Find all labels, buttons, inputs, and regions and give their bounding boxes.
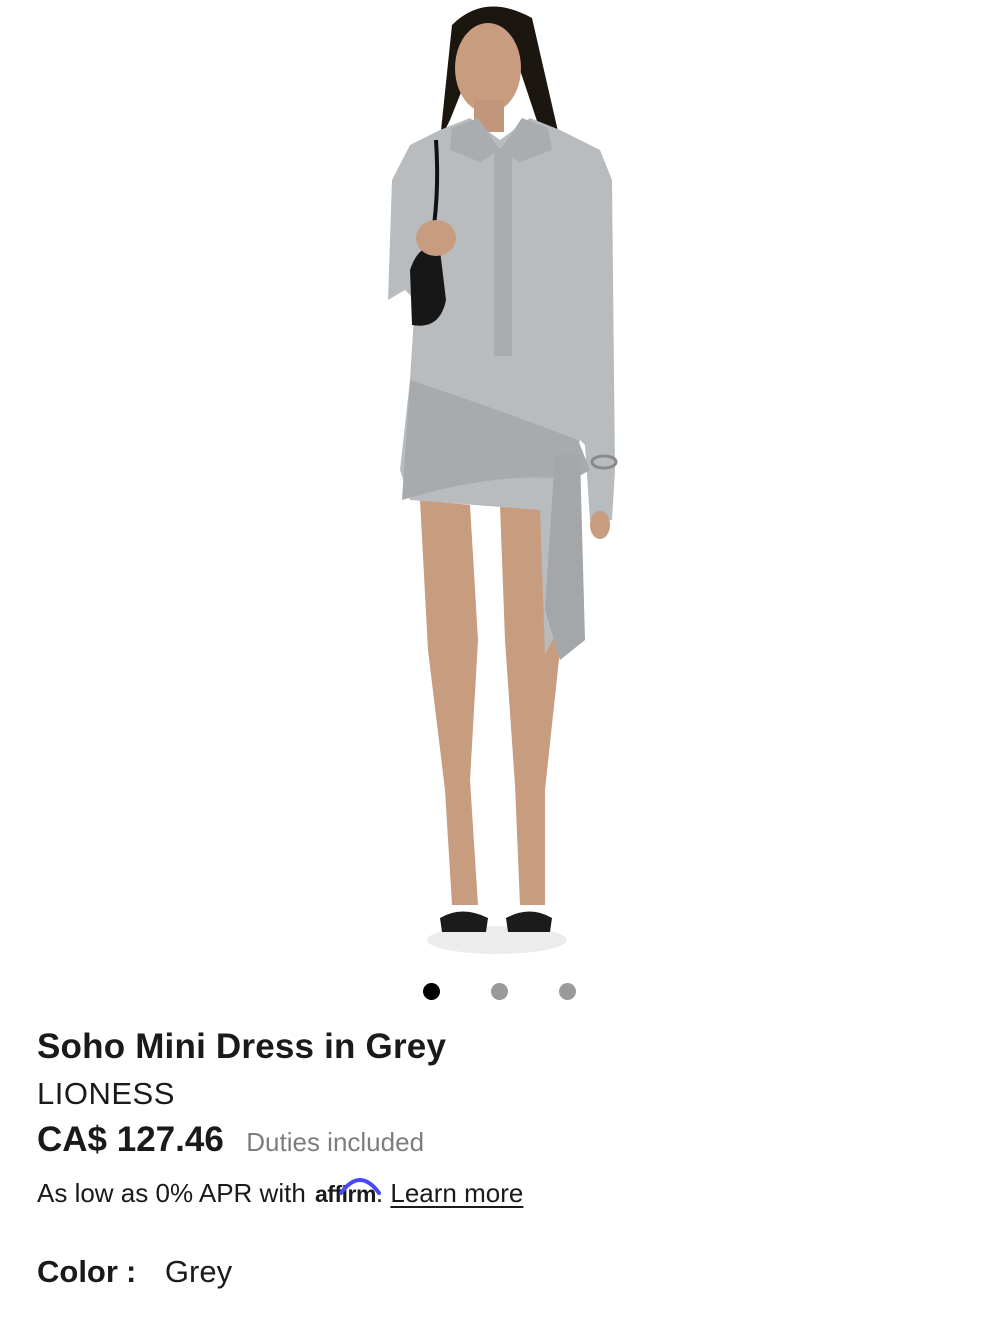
model-photo [388, 6, 618, 954]
gallery-pagination [0, 983, 1000, 1001]
color-value: Grey [164, 1254, 233, 1289]
product-title: Soho Mini Dress in Grey [37, 1027, 447, 1066]
financing-prefix: As low as 0% APR with [37, 1178, 306, 1208]
duties-note: Duties included [246, 1127, 425, 1157]
affirm-arc-icon [339, 1178, 382, 1195]
product-image[interactable] [0, 0, 1000, 965]
product-price: CA$ 127.46 [37, 1120, 224, 1159]
color-label: Color: [37, 1254, 137, 1289]
gallery-dot-1[interactable] [423, 983, 440, 1000]
financing-message: As low as 0% APR with affirm . Learn mor… [37, 1178, 523, 1209]
color-selector: Color: Grey [37, 1254, 232, 1290]
gallery-dot-2[interactable] [491, 983, 508, 1000]
learn-more-link[interactable]: Learn more [390, 1178, 523, 1208]
affirm-logo: affirm [315, 1178, 382, 1208]
gallery-dot-3[interactable] [559, 983, 576, 1000]
price-row: CA$ 127.46 Duties included [37, 1120, 424, 1160]
brand-name[interactable]: LIONESS [37, 1076, 175, 1112]
